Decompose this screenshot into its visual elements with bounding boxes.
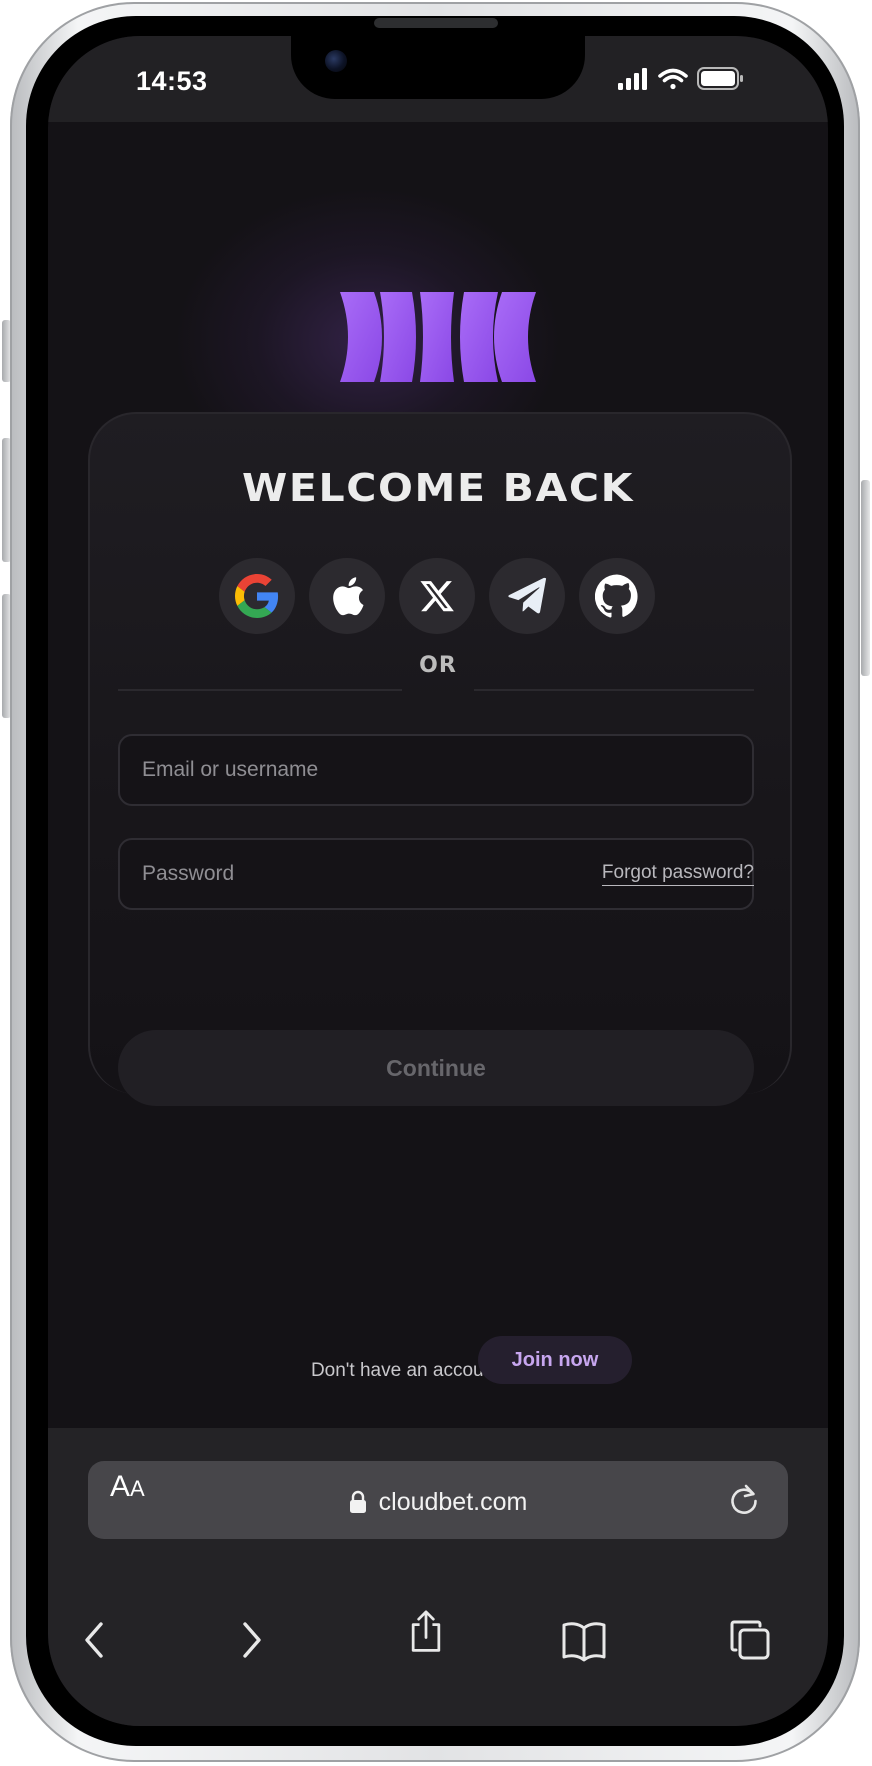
google-login-button[interactable] bbox=[219, 558, 295, 634]
apple-login-button[interactable] bbox=[309, 558, 385, 634]
bookmarks-icon[interactable] bbox=[560, 1618, 608, 1662]
x-login-button[interactable] bbox=[399, 558, 475, 634]
divider-left bbox=[118, 689, 402, 691]
email-field[interactable] bbox=[118, 734, 754, 806]
join-now-button[interactable]: Join now bbox=[478, 1336, 632, 1384]
lock-icon bbox=[349, 1490, 366, 1513]
battery-icon bbox=[697, 67, 743, 90]
github-login-button[interactable] bbox=[579, 558, 655, 634]
text-size-big-label: A bbox=[110, 1470, 131, 1503]
divider-or-text: OR bbox=[419, 653, 457, 678]
continue-button[interactable]: Continue bbox=[118, 1030, 754, 1106]
divider-right bbox=[474, 689, 754, 691]
cloudbet-logo bbox=[340, 292, 536, 382]
text-size-button[interactable]: AA bbox=[110, 1470, 170, 1526]
url-text: cloudbet.com bbox=[378, 1487, 528, 1516]
share-icon[interactable] bbox=[404, 1610, 448, 1654]
front-camera bbox=[325, 50, 347, 72]
screen: 14:53 WELCOME BACK OR Email or username … bbox=[48, 36, 828, 1726]
page-title: WELCOME BACK bbox=[241, 466, 635, 510]
url-display[interactable]: cloudbet.com bbox=[288, 1484, 588, 1520]
power-button bbox=[861, 480, 870, 676]
text-size-small-label: A bbox=[130, 1476, 145, 1501]
google-icon bbox=[235, 574, 279, 618]
tabs-icon[interactable] bbox=[728, 1618, 772, 1662]
github-icon bbox=[595, 574, 638, 618]
forgot-password-label: Forgot password? bbox=[601, 862, 754, 886]
telegram-icon bbox=[508, 577, 547, 614]
speaker-grille bbox=[374, 18, 498, 28]
telegram-login-button[interactable] bbox=[489, 558, 565, 634]
status-icons bbox=[618, 67, 743, 90]
status-time: 14:53 bbox=[136, 66, 208, 96]
forgot-password-link[interactable]: Forgot password? bbox=[528, 862, 754, 886]
cellular-signal-icon bbox=[618, 68, 647, 90]
x-icon bbox=[420, 581, 454, 612]
back-icon[interactable] bbox=[74, 1618, 118, 1662]
forward-icon[interactable] bbox=[228, 1618, 272, 1662]
signup-prompt: Don't have an account? bbox=[310, 1360, 510, 1381]
wifi-icon bbox=[658, 68, 688, 90]
apple-icon bbox=[333, 577, 364, 616]
reload-icon[interactable] bbox=[726, 1482, 762, 1518]
